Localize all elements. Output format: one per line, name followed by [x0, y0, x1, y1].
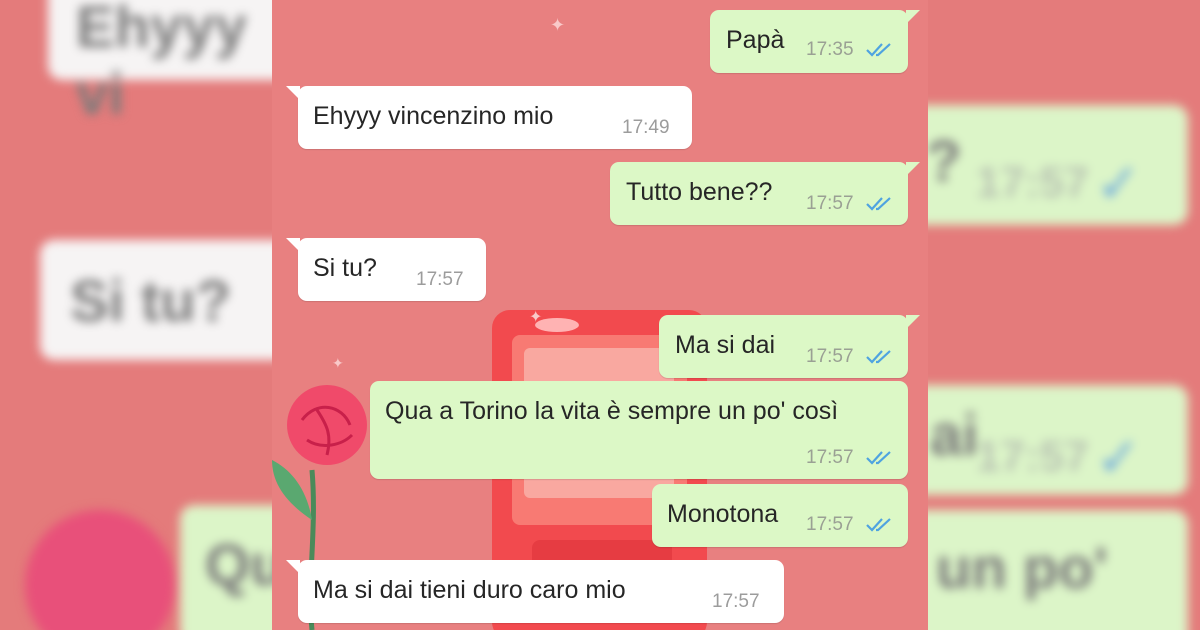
sparkle-icon: ✦: [550, 15, 566, 35]
read-double-check-icon: [866, 43, 891, 57]
sparkle-icon: ✦: [332, 355, 344, 371]
message-text: Ehyyy vincenzino mio: [313, 102, 554, 130]
message-text: Tutto bene??: [626, 178, 773, 206]
message-outgoing[interactable]: Qua a Torino la vita è sempre un po' cos…: [370, 381, 908, 479]
message-text: Monotona: [667, 500, 779, 528]
message-text: Papà: [726, 26, 785, 54]
message-incoming[interactable]: Si tu? 17:57: [286, 238, 486, 301]
sparkle-icon: ✦: [529, 309, 543, 326]
blurred-left-panel: Ehyyy vi Si tu? Qu: [0, 0, 272, 630]
read-double-check-icon: [866, 451, 891, 465]
message-outgoing[interactable]: Papà 17:35: [710, 10, 920, 73]
message-text: Qua a Torino la vita è sempre un po' cos…: [385, 397, 839, 425]
blurred-right-panel: ? 17:57 ✓ ai 17:57 ✓ un po': [928, 0, 1200, 630]
read-double-check-icon: [866, 197, 891, 211]
message-incoming[interactable]: Ma si dai tieni duro caro mio 17:57: [286, 560, 784, 623]
message-outgoing[interactable]: Ma si dai 17:57: [659, 315, 920, 378]
message-text: Si tu?: [313, 254, 377, 282]
chat-panel: ✦ ✦ ✦ Papà 17:35 Ehyyy vincenzino mio 17…: [272, 0, 928, 630]
message-time: 17:57: [806, 346, 854, 367]
read-double-check-icon: [866, 518, 891, 532]
message-time: 17:49: [622, 117, 670, 138]
message-time: 17:35: [806, 39, 854, 60]
message-time: 17:57: [806, 514, 854, 535]
message-incoming[interactable]: Ehyyy vincenzino mio 17:49: [286, 86, 692, 149]
message-outgoing[interactable]: Tutto bene?? 17:57: [610, 162, 920, 225]
message-time: 17:57: [416, 269, 464, 290]
read-double-check-icon: [866, 350, 891, 364]
message-text: Ma si dai tieni duro caro mio: [313, 576, 626, 604]
message-outgoing[interactable]: Monotona 17:57: [652, 484, 908, 547]
message-time: 17:57: [806, 447, 854, 468]
message-time: 17:57: [712, 591, 760, 612]
message-time: 17:57: [806, 193, 854, 214]
message-text: Ma si dai: [675, 331, 776, 359]
